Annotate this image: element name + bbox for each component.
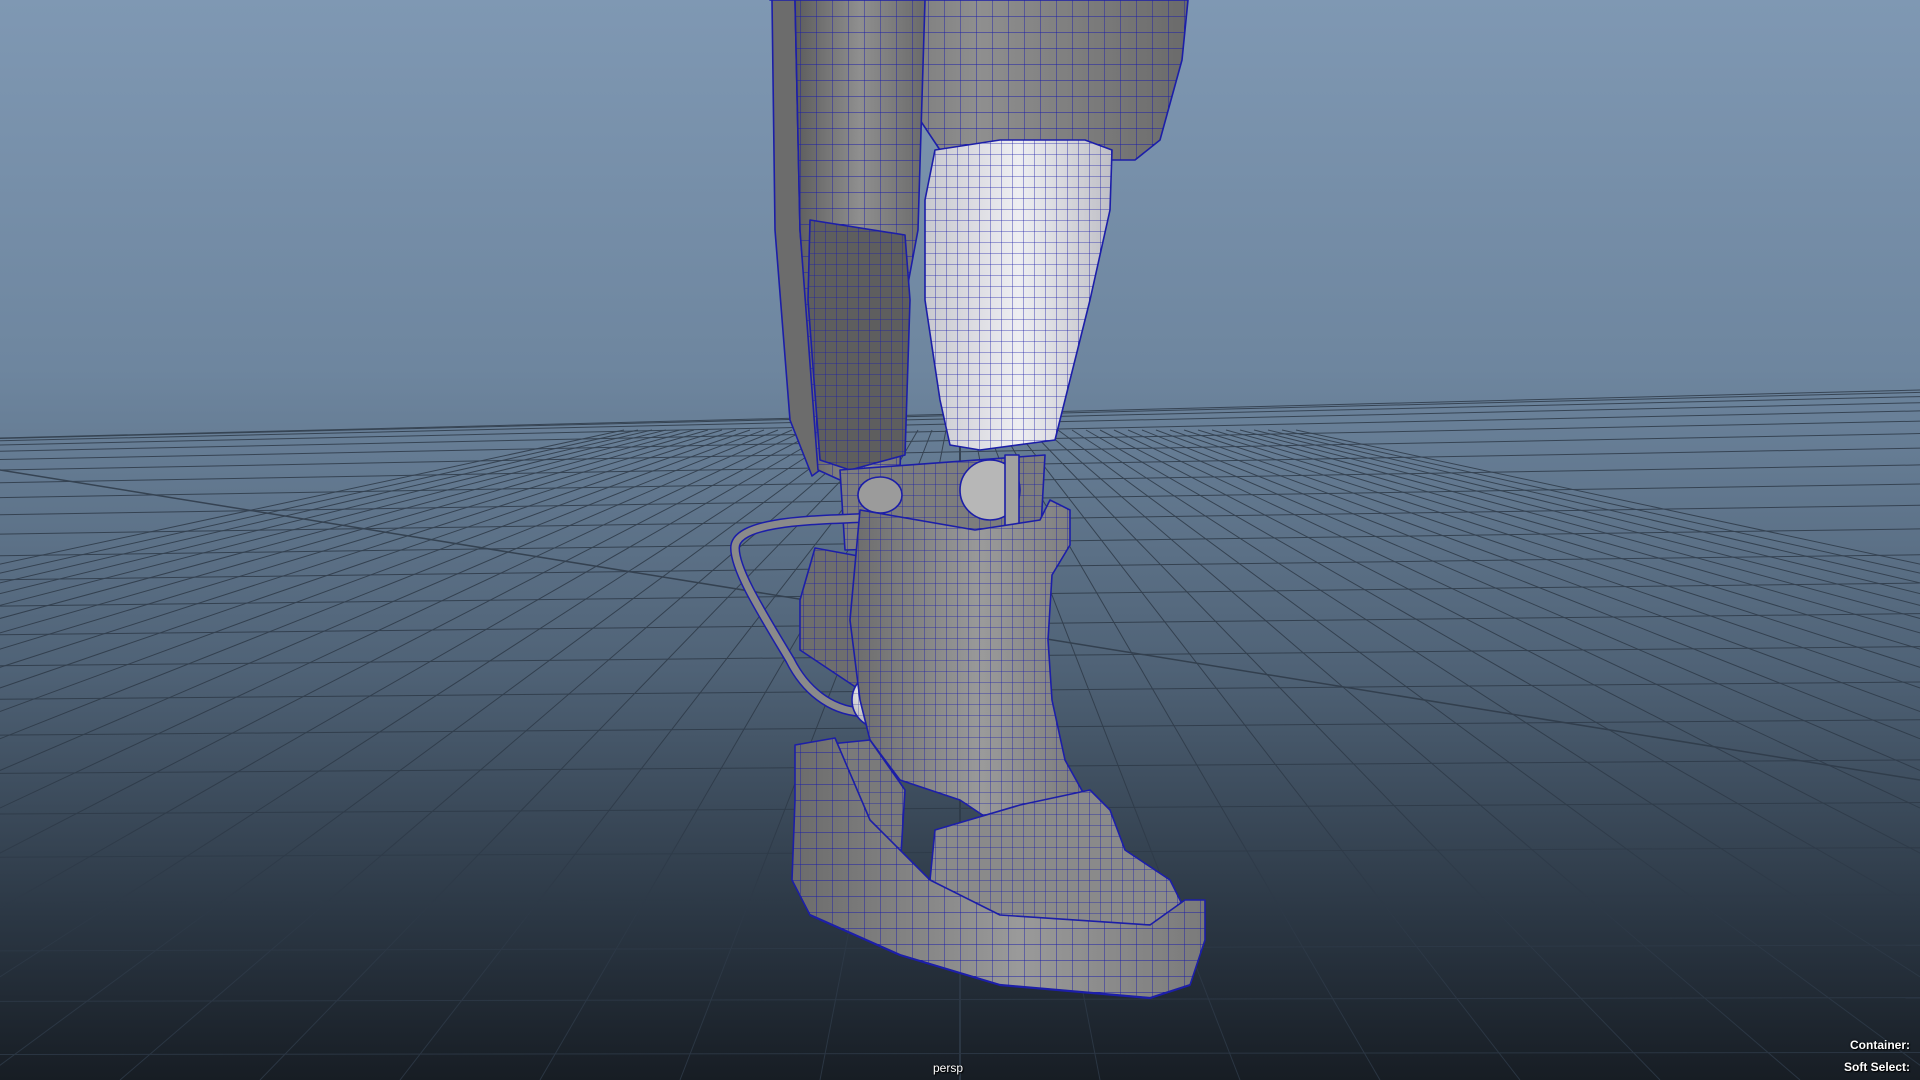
- grid-line: [1267, 429, 1920, 584]
- grid-line: [0, 429, 653, 584]
- grid-line: [1281, 429, 1920, 574]
- grid-line: [1155, 429, 1920, 713]
- grid-line: [0, 429, 807, 809]
- grid-line: [0, 429, 723, 650]
- grid-line: [0, 429, 681, 606]
- container-hud-label: Container:: [1850, 1038, 1910, 1052]
- grid-line: [1295, 429, 1920, 565]
- grid-line: [0, 429, 625, 565]
- grid-line: [1197, 429, 1920, 650]
- robot-leg-mesh[interactable]: [730, 0, 1206, 1000]
- soft-select-hud-label: Soft Select:: [1843, 1060, 1910, 1074]
- maya-persp-viewport[interactable]: persp Container: Soft Select:: [0, 0, 1920, 1080]
- grid-line: [1141, 429, 1920, 740]
- camera-name-label: persp: [932, 1061, 964, 1075]
- grid-line: [0, 429, 639, 574]
- grid-line: [1225, 429, 1920, 619]
- grid-line: [0, 429, 779, 740]
- ankle-piston-left: [857, 476, 903, 514]
- grid-line: [0, 429, 793, 772]
- viewport-scene[interactable]: [0, 0, 1920, 1080]
- grid-line: [1085, 429, 1920, 909]
- grid-line: [0, 429, 765, 713]
- grid-line: [1113, 429, 1920, 809]
- grid-line: [1239, 429, 1920, 606]
- grid-line: [0, 429, 695, 619]
- grid-line: [1127, 429, 1920, 772]
- grid-line: [1071, 429, 1920, 978]
